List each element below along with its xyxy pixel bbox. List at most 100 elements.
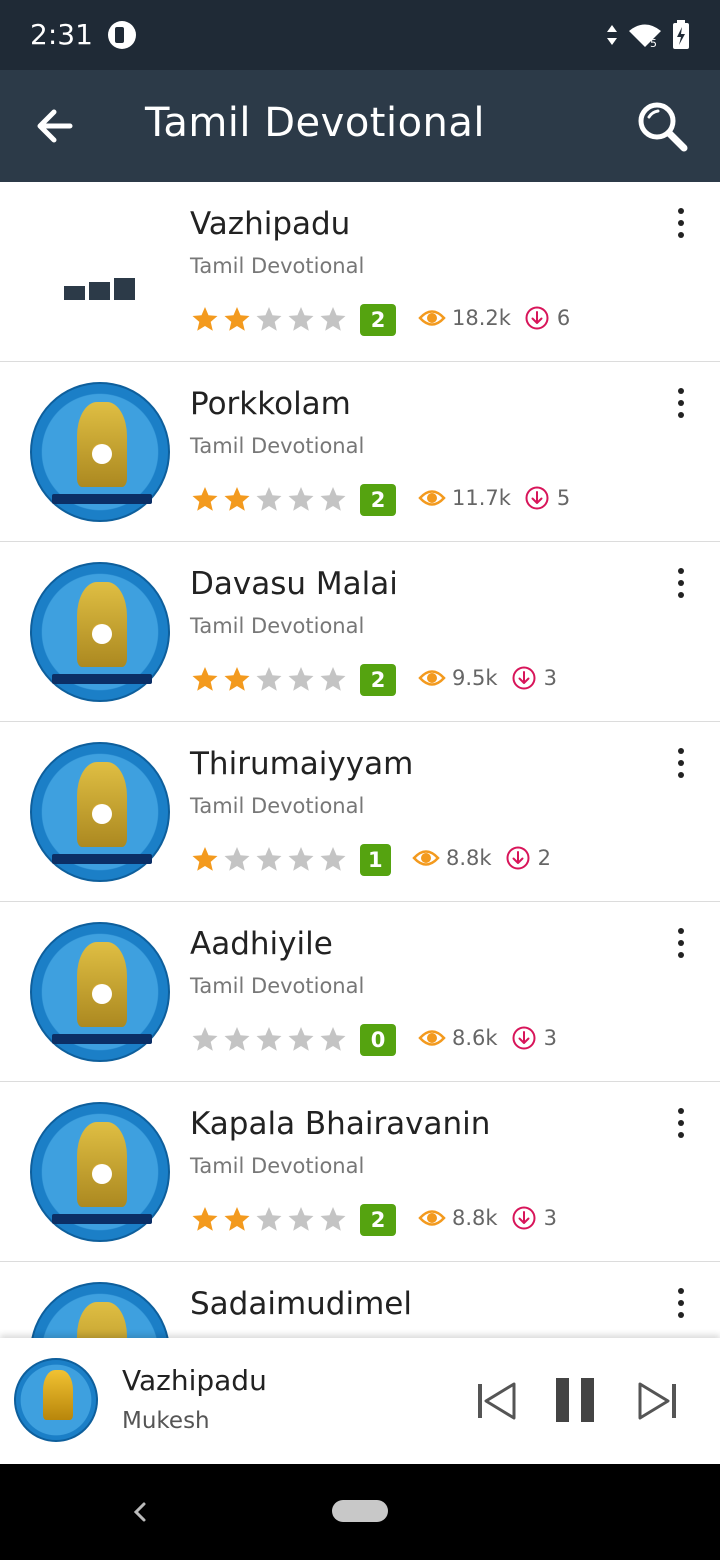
views-count: 11.7k (452, 486, 511, 510)
rating-badge: 2 (360, 664, 396, 696)
download-icon (512, 666, 536, 690)
rating-stars (191, 1025, 347, 1053)
mini-player-title: Vazhipadu (122, 1364, 267, 1397)
song-list[interactable]: Vazhipadu Tamil Devotional 2 18.2k 6 Porkkola… (0, 182, 720, 1338)
song-subtitle: Tamil Devotional (190, 1154, 365, 1178)
star-empty-icon (320, 847, 346, 871)
star-empty-icon (288, 307, 314, 331)
star-filled-icon (192, 1207, 218, 1231)
song-title: Sadaimudimel (190, 1286, 412, 1322)
eye-icon (418, 1030, 446, 1046)
mini-player[interactable]: Vazhipadu Mukesh (0, 1338, 720, 1464)
search-icon (638, 102, 688, 152)
rating-badge: 2 (360, 484, 396, 516)
rating-stars (191, 485, 347, 513)
downloads-count: 2 (537, 846, 551, 870)
song-row[interactable]: Davasu Malai Tamil Devotional 2 9.5k 3 (0, 542, 720, 722)
star-empty-icon (288, 667, 314, 691)
more-options-button[interactable] (674, 748, 688, 782)
star-empty-icon (288, 487, 314, 511)
notification-app-icon (108, 21, 136, 49)
more-options-button[interactable] (674, 568, 688, 602)
pause-button[interactable] (550, 1376, 600, 1426)
eye-icon (418, 310, 446, 326)
downloads-count: 3 (543, 1206, 557, 1230)
loading-icon (64, 278, 135, 300)
more-options-button[interactable] (674, 1108, 688, 1142)
status-time: 2:31 (30, 18, 93, 51)
star-filled-icon (224, 487, 250, 511)
star-filled-icon (192, 487, 218, 511)
views-count: 9.5k (452, 666, 498, 690)
song-row[interactable]: Kapala Bhairavanin Tamil Devotional 2 8.8k 3 (0, 1082, 720, 1262)
network-label: 5 (650, 37, 657, 48)
song-stats: 8.8k 2 (412, 846, 551, 870)
downloads-count: 5 (556, 486, 571, 510)
downloads-count: 6 (556, 306, 571, 330)
song-subtitle: Tamil Devotional (190, 254, 365, 278)
star-filled-icon (192, 847, 218, 871)
star-empty-icon (256, 487, 282, 511)
previous-button[interactable] (472, 1376, 522, 1426)
views-count: 8.8k (446, 846, 492, 870)
downloads-count: 3 (543, 666, 557, 690)
mini-player-album-art (14, 1358, 98, 1442)
back-button[interactable] (30, 102, 82, 150)
more-options-button[interactable] (674, 1288, 688, 1322)
status-bar: 2:31 5 (0, 0, 720, 70)
star-filled-icon (192, 667, 218, 691)
song-subtitle: Tamil Devotional (190, 614, 365, 638)
search-button[interactable] (636, 100, 690, 154)
rating-stars (191, 845, 347, 873)
app-bar: Tamil Devotional (0, 70, 720, 182)
rating-badge: 0 (360, 1024, 396, 1056)
song-title: Vazhipadu (190, 206, 351, 242)
song-subtitle: Tamil Devotional (190, 434, 365, 458)
rating-badge: 2 (360, 1204, 396, 1236)
star-empty-icon (288, 847, 314, 871)
star-empty-icon (224, 1027, 250, 1051)
skip-next-icon (638, 1382, 676, 1420)
system-back-button[interactable] (128, 1498, 152, 1526)
page-title: Tamil Devotional (145, 100, 486, 146)
wifi-icon: 5 (629, 24, 661, 48)
song-row[interactable]: Thirumaiyyam Tamil Devotional 1 8.8k 2 (0, 722, 720, 902)
star-empty-icon (256, 847, 282, 871)
song-title: Thirumaiyyam (190, 746, 414, 782)
status-icons: 5 (606, 20, 690, 50)
download-icon (525, 306, 549, 330)
more-options-button[interactable] (674, 928, 688, 962)
more-options-button[interactable] (674, 388, 688, 422)
rating-stars (191, 665, 347, 693)
next-button[interactable] (632, 1376, 682, 1426)
more-options-button[interactable] (674, 208, 688, 242)
rating-badge: 2 (360, 304, 396, 336)
song-row[interactable]: Aadhiyile Tamil Devotional 0 8.6k 3 (0, 902, 720, 1082)
views-count: 18.2k (452, 306, 511, 330)
pause-icon (556, 1378, 594, 1422)
star-empty-icon (256, 307, 282, 331)
data-arrows-icon (607, 25, 617, 45)
star-filled-icon (192, 307, 218, 331)
song-row[interactable]: Sadaimudimel (0, 1262, 720, 1338)
rating-stars (191, 1205, 347, 1233)
album-art (30, 1282, 170, 1338)
song-stats: 8.6k 3 (418, 1026, 557, 1050)
eye-icon (412, 850, 440, 866)
song-stats: 11.7k 5 (418, 486, 570, 510)
album-art (30, 382, 170, 522)
star-empty-icon (320, 487, 346, 511)
song-row[interactable]: Porkkolam Tamil Devotional 2 11.7k 5 (0, 362, 720, 542)
song-row[interactable]: Vazhipadu Tamil Devotional 2 18.2k 6 (0, 182, 720, 362)
system-home-pill[interactable] (332, 1500, 388, 1522)
download-icon (525, 486, 549, 510)
star-empty-icon (256, 1027, 282, 1051)
star-empty-icon (320, 1207, 346, 1231)
rating-badge: 1 (360, 844, 391, 876)
song-subtitle: Tamil Devotional (190, 794, 365, 818)
download-icon (512, 1026, 536, 1050)
download-icon (506, 846, 530, 870)
views-count: 8.6k (452, 1026, 498, 1050)
skip-previous-icon (478, 1382, 516, 1420)
star-empty-icon (320, 307, 346, 331)
